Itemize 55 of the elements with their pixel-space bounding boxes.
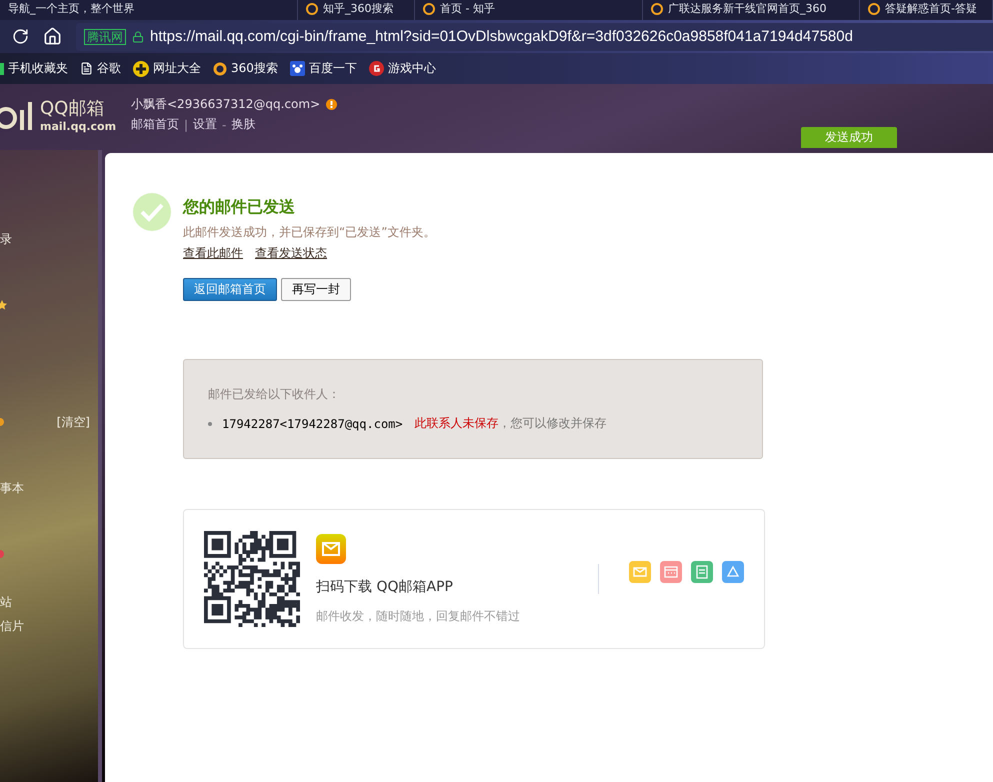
bookmark[interactable]: 游戏中心 [368, 60, 436, 77]
logo-domain: mail.qq.com [40, 120, 116, 133]
game-icon [368, 61, 384, 76]
back-button[interactable]: 返回邮箱首页 [183, 278, 277, 301]
address-field[interactable]: 腾讯网 https://mail.qq.com/cgi-bin/frame_html?sid=01OvDlsbwcgakD9f&r=3df032626c0a9858f041a7194d47580d [76, 22, 993, 50]
mail-app-icon [316, 534, 346, 564]
sidebar-item[interactable]: 事本 [0, 480, 24, 496]
calendar-app-icon[interactable] [660, 561, 682, 583]
recipient-address: 17942287<17942287@qq.com> [222, 416, 403, 430]
bookmark-label: 百度一下 [308, 60, 357, 77]
check-icon [133, 193, 171, 231]
note-app-icon[interactable] [691, 561, 713, 583]
sidebar-item[interactable]: 录 [0, 230, 12, 248]
ring-icon [213, 62, 227, 76]
lock-icon [132, 30, 144, 42]
site-badge: 腾讯网 [84, 28, 126, 44]
page-icon [80, 62, 93, 75]
promo-title: 扫码下载 QQ邮箱APP [316, 578, 454, 596]
bookmark-label: 网址大全 [153, 60, 201, 77]
recipients-heading: 邮件已发给以下收件人： [208, 386, 341, 403]
unsaved-warning: 此联系人未保存 [414, 415, 499, 432]
bookmark[interactable]: 网址大全 [133, 60, 201, 77]
promo-subtitle: 邮件收发，随时随地，回复邮件不错过 [316, 608, 521, 624]
star-icon [0, 300, 10, 310]
home-icon[interactable] [43, 27, 62, 46]
header-link[interactable]: 邮箱首页 [131, 116, 179, 133]
bookmark[interactable]: 谷歌 [80, 60, 121, 77]
bookmark-label: 谷歌 [97, 60, 121, 77]
result-link[interactable]: 查看发送状态 [255, 245, 327, 262]
alert-icon [326, 99, 338, 110]
share-app-icon[interactable] [722, 561, 744, 583]
sidebar-item[interactable]: 信片 [0, 618, 24, 634]
bookmark[interactable]: 百度一下 [290, 60, 357, 77]
result-link[interactable]: 查看此邮件 [183, 245, 243, 262]
sidebar-item[interactable]: 站 [0, 594, 12, 610]
compose-button[interactable]: 再写一封 [281, 278, 351, 301]
paw-icon [290, 61, 305, 76]
bookmark-label: 360搜索 [231, 60, 278, 77]
result-title: 您的邮件已发送 [183, 197, 296, 218]
plus-icon [133, 60, 149, 76]
clear-link[interactable]: [清空] [56, 414, 90, 430]
link-separator: | [184, 118, 188, 132]
bookmark[interactable]: 360搜索 [213, 60, 278, 77]
mail-app-icon[interactable] [629, 561, 651, 583]
reload-icon[interactable] [12, 28, 29, 45]
account-name: 小飘香<2936637312@qq.com> [131, 96, 320, 113]
link-separator: - [222, 118, 226, 132]
result-message: 此邮件发送成功，并已保存到“已发送”文件夹。 [183, 224, 436, 241]
header-link[interactable]: 换肤 [231, 116, 256, 133]
bookmark-label: 游戏中心 [388, 60, 436, 77]
status-badge: 发送成功 [801, 127, 897, 148]
bullet-icon [208, 422, 212, 426]
save-hint: ，您可以修改并保存 [498, 415, 607, 432]
header-link[interactable]: 设置 [193, 116, 218, 133]
logo-title: QQ邮箱 [40, 97, 106, 120]
